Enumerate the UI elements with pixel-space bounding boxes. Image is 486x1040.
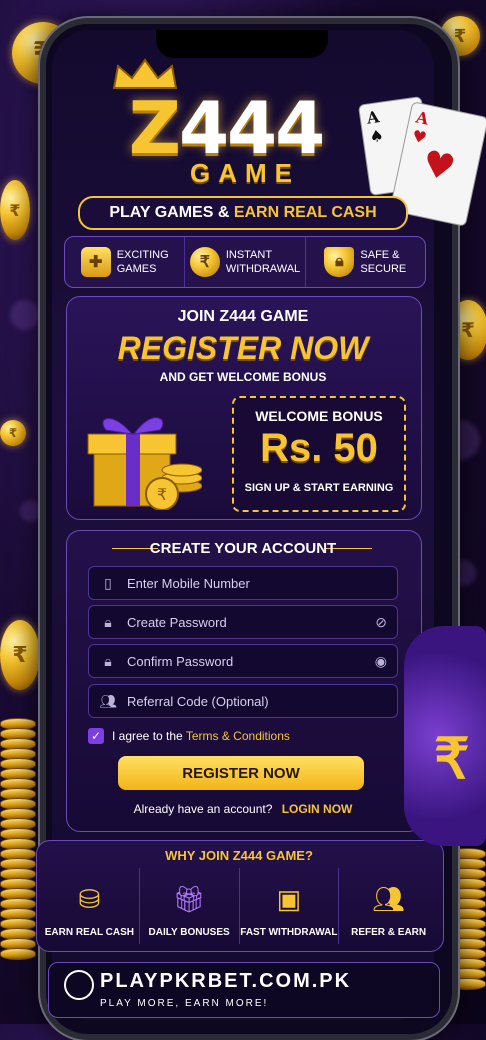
register-now-heading: REGISTER NOW — [117, 330, 369, 366]
site-slogan: PLAY MORE, EARN MORE! — [100, 998, 269, 1009]
login-now-link[interactable]: LOGIN NOW — [282, 802, 353, 816]
lock-icon: 🔒︎ — [104, 652, 112, 669]
coin-stack-icon: ⛁ — [78, 883, 101, 914]
z444-logo: Z444 — [128, 86, 326, 170]
bokeh-light — [20, 500, 42, 522]
form-title: CREATE YOUR ACCOUNT — [149, 540, 337, 557]
gift-box-icon: ₹ — [87, 417, 202, 510]
bonus-subtitle: SIGN UP & START EARNING — [244, 482, 394, 494]
join-heading: JOIN Z444 GAME — [177, 308, 309, 325]
why-item-daily-bonuses: 🎁︎ DAILY BONUSES — [140, 868, 240, 944]
register-now-button[interactable]: REGISTER NOW — [118, 756, 364, 790]
why-join-items: ⛁ EARN REAL CASH 🎁︎ DAILY BONUSES ▣ FAST… — [40, 868, 438, 944]
rupee-coin-icon: ₹ — [189, 247, 220, 277]
coin-stack — [0, 718, 36, 960]
group-icon: 👥︎ — [372, 883, 406, 914]
create-password-field[interactable]: 🔒︎ Create Password ⊘ — [88, 605, 398, 639]
welcome-bonus-card: WELCOME BONUS Rs. 50 SIGN UP & START EAR… — [232, 396, 406, 512]
confirm-password-field[interactable]: 🔒︎ Confirm Password ◉ — [88, 644, 398, 678]
terms-checkbox[interactable]: ✓ — [88, 728, 104, 744]
login-prompt: Already have an account? LOGIN NOW — [133, 802, 353, 816]
why-join-title: WHY JOIN Z444 GAME? — [165, 848, 313, 863]
why-item-earn-real-cash: ⛁ EARN REAL CASH — [40, 868, 140, 944]
feature-instant-withdrawal: ₹ INSTANT WITHDRAWAL — [185, 237, 306, 287]
bonus-amount: Rs. 50 — [260, 426, 378, 470]
svg-text:₹: ₹ — [157, 485, 167, 504]
money-bag: ₹ — [404, 626, 486, 846]
site-url[interactable]: PLAYPKRBET.COM.PK — [100, 970, 351, 993]
gamepad-icon: ✚ — [80, 247, 111, 277]
terms-link[interactable]: Terms & Conditions — [186, 729, 290, 743]
phone-icon: ▯ — [104, 574, 112, 591]
lock-icon: 🔒︎ — [104, 613, 112, 630]
feature-exciting-games: ✚ EXCITING GAMES — [65, 237, 186, 287]
users-icon: 👥︎ — [99, 692, 117, 709]
eye-icon[interactable]: ◉ — [375, 653, 387, 670]
why-item-refer-earn: 👥︎ REFER & EARN — [339, 868, 438, 944]
rupee-coin-icon: ₹ — [0, 620, 40, 690]
shield-lock-icon: 🔒︎ — [324, 247, 355, 277]
bonus-title: WELCOME BONUS — [255, 408, 383, 424]
why-item-fast-withdrawal: ▣ FAST WITHDRAWAL — [240, 868, 340, 944]
feature-safe-secure: 🔒︎ SAFE & SECURE — [306, 237, 425, 287]
rupee-symbol-icon: ₹ — [434, 727, 470, 790]
wallet-icon: ▣ — [276, 883, 302, 914]
referral-code-field[interactable]: 👥︎ Referral Code (Optional) — [88, 684, 398, 718]
logo-game-text: GAME — [190, 158, 300, 188]
mobile-number-field[interactable]: ▯ Enter Mobile Number — [88, 566, 398, 600]
welcome-bonus-subheading: AND GET WELCOME BONUS — [159, 370, 327, 384]
rupee-coin-icon: ₹ — [0, 180, 30, 240]
rupee-coin-icon: ₹ — [0, 420, 26, 446]
gift-icon: 🎁︎ — [172, 883, 206, 914]
tagline: PLAY GAMES & EARN REAL CASH — [78, 196, 408, 230]
feature-bar: ✚ EXCITING GAMES ₹ INSTANT WITHDRAWAL 🔒︎ S… — [64, 236, 426, 288]
globe-icon — [64, 970, 94, 1000]
bokeh-light — [10, 300, 40, 330]
terms-agreement: ✓ I agree to the Terms & Conditions — [88, 728, 290, 744]
eye-off-icon[interactable]: ⊘ — [375, 614, 387, 631]
phone-notch — [156, 30, 328, 58]
